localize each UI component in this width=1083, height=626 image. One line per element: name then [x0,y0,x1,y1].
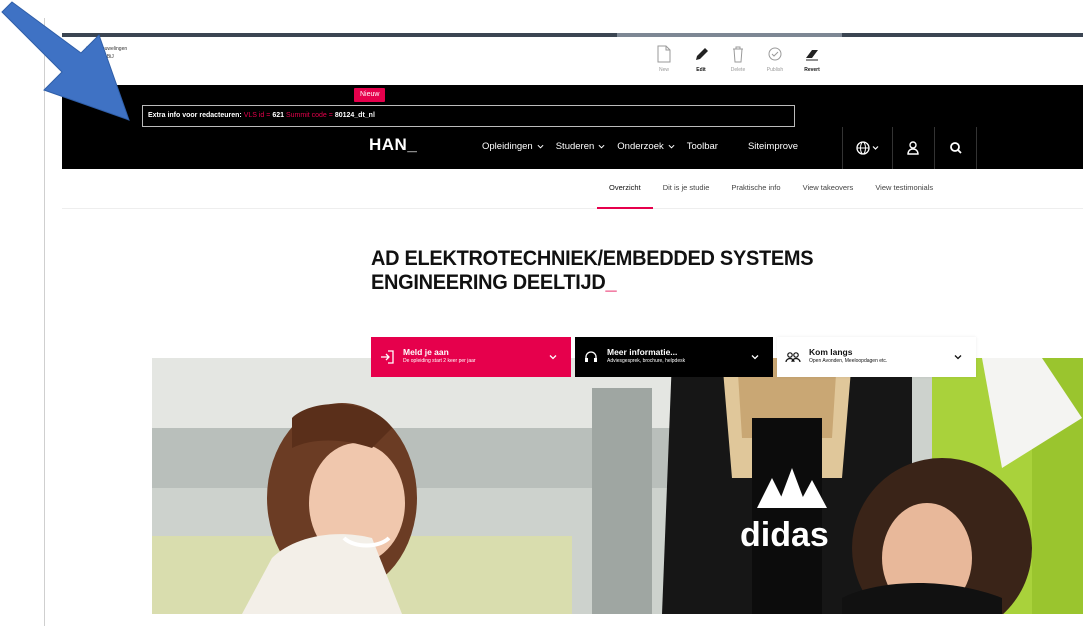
chevron-down-icon [954,355,962,360]
visit-title: Kom langs [809,347,853,357]
subnav-praktische-info[interactable]: Praktische info [731,183,780,209]
apply-subtitle: De opleiding start 2 keer per jaar [403,358,476,364]
new-label: New [658,67,669,73]
summit-label: Summit code = [285,112,333,119]
edit-label: Edit [696,67,706,73]
people-icon [785,352,801,363]
subnav-dit-is-je-studie[interactable]: Dit is je studie [663,183,710,209]
cms-user-info: t van Houwelingen tal_mg. ABiJ [86,45,127,61]
globe-icon[interactable] [855,140,881,156]
visit-cta[interactable]: Kom langs Open Avonden, Meeloopdagen etc… [777,337,976,377]
nav-item-opleidingen[interactable]: Opleidingen [482,141,544,152]
han-logo[interactable]: HAN_ [369,135,417,155]
nav-item-studeren[interactable]: Studeren [556,141,606,152]
nav-label: Opleidingen [482,141,533,152]
edit-button[interactable]: Edit [687,45,715,73]
chevron-down-icon [751,355,759,360]
shirt-logo-text: didas [740,516,829,554]
search-icon[interactable] [948,140,964,156]
page-title-line1: AD ELEKTROTECHNIEK/EMBEDDED SYSTEMS [371,247,814,270]
publish-button[interactable]: Publish [761,45,789,73]
headset-icon [585,351,597,362]
document-icon [657,45,671,63]
new-button[interactable]: New [650,45,678,73]
nav-label: Toolbar [686,141,718,152]
trash-icon [733,46,743,63]
nav-divider [934,127,935,169]
revert-button[interactable]: Revert [798,45,826,73]
revert-label: Revert [804,67,820,73]
nav-label: Onderzoek [617,141,664,152]
main-nav: Opleidingen Studeren Onderzoek Toolbar S… [482,141,798,152]
subnav-overzicht[interactable]: Overzicht [597,183,653,209]
nav-label: Studeren [555,141,595,152]
page-title: AD ELEKTROTECHNIEK/EMBEDDED SYSTEMS ENGI… [371,247,818,295]
user-icon[interactable] [905,140,921,156]
cms-user-name: t van Houwelingen [86,46,128,52]
subnav-view-testimonials[interactable]: View testimonials [875,183,933,209]
hero-image: didas [152,358,1083,614]
delete-button[interactable]: Delete [724,45,752,73]
subnav-view-takeovers[interactable]: View takeovers [803,183,854,209]
editor-info-bar: Extra info voor redacteuren: VLS id = 62… [142,105,795,127]
pencil-icon [696,48,708,60]
visit-subtitle: Open Avonden, Meeloopdagen etc. [809,358,888,364]
sign-in-icon [381,350,394,364]
chevron-down-icon [537,144,544,149]
info-prefix: Extra info voor redacteuren: [148,112,242,119]
cms-user-role: tal_mg. ABiJ [86,54,114,60]
chevron-down-icon [668,144,675,149]
nav-divider [892,127,893,169]
apply-cta[interactable]: Meld je aan De opleiding start 2 keer pe… [371,337,571,377]
delete-label: Delete [730,67,746,73]
more-info-title: Meer informatie... [607,347,678,357]
title-cursor: _ [605,271,617,294]
new-badge[interactable]: Nieuw [354,88,386,102]
vls-value: 621 [272,112,285,119]
summit-value: 80124_dt_nl [334,112,375,119]
publish-label: Publish [766,67,784,73]
page-title-line2: ENGINEERING DEELTIJD [371,271,606,294]
site-header: Nieuw Extra info voor redacteuren: VLS i… [62,85,1083,169]
sub-nav: Overzicht Dit is je studie Praktische in… [62,169,1083,209]
nav-divider [976,127,977,169]
cms-toolbar: t van Houwelingen tal_mg. ABiJ New Edit … [62,37,1083,85]
check-circle-icon [768,47,782,61]
apply-title: Meld je aan [403,347,449,357]
nav-item-toolbar[interactable]: Toolbar [687,141,718,152]
more-info-cta[interactable]: Meer informatie... Adviesgesprek, brochu… [575,337,773,377]
chevron-down-icon [549,355,557,360]
vls-label: VLS id = [243,112,271,119]
chevron-down-icon [598,144,605,149]
more-info-subtitle: Adviesgesprek, brochure, helpdesk [607,358,686,364]
nav-divider [842,127,843,169]
nav-item-onderzoek[interactable]: Onderzoek [617,141,675,152]
eraser-icon [806,50,818,61]
nav-label: Siteimprove [747,141,799,152]
nav-item-siteimprove[interactable]: Siteimprove [748,141,798,152]
